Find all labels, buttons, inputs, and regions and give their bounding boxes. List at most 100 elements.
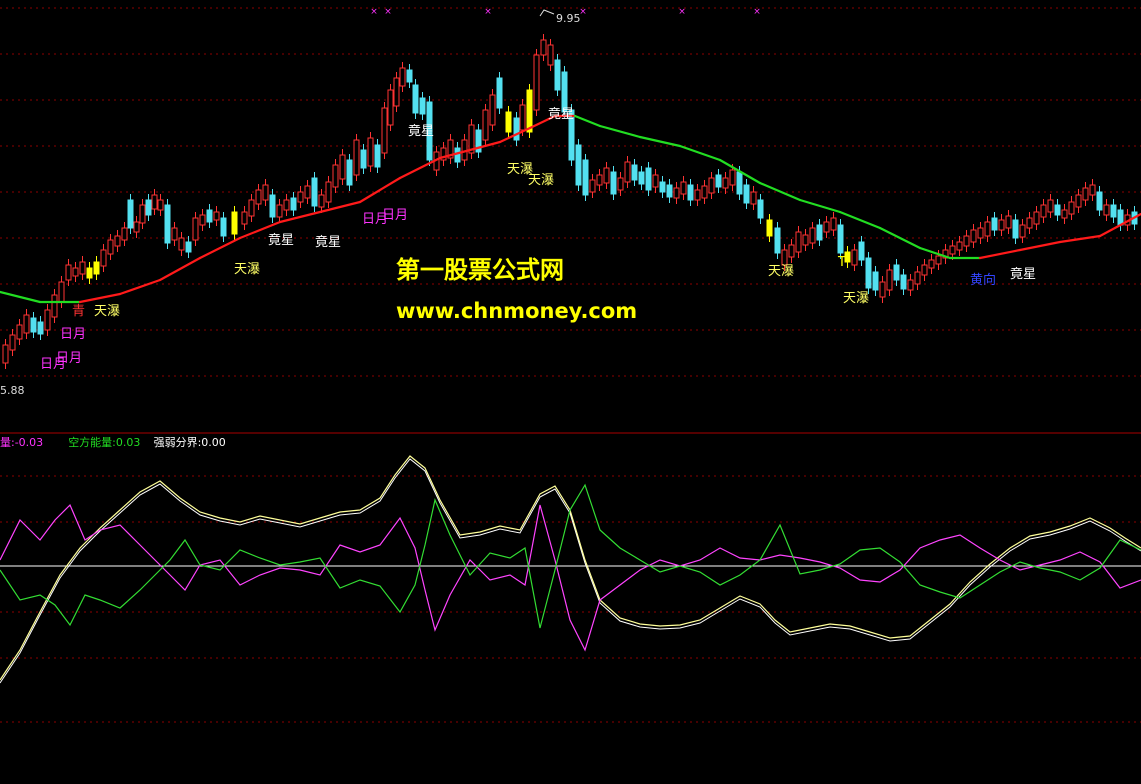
candle-body <box>151 194 158 210</box>
candle <box>722 172 729 194</box>
candle <box>2 339 9 369</box>
candle <box>192 212 199 246</box>
candle-body <box>816 224 823 241</box>
candle-body <box>575 144 582 186</box>
candle-body <box>872 271 879 291</box>
candle <box>757 194 764 224</box>
candle-body <box>192 217 199 241</box>
candle-body <box>886 269 893 291</box>
candle <box>673 182 680 204</box>
signal-label: 天瀑 <box>528 173 554 188</box>
candle-body <box>353 139 360 176</box>
candle-body <box>949 245 956 255</box>
candle-body <box>93 261 100 275</box>
candle <box>645 162 652 196</box>
candle-body <box>708 177 715 194</box>
candle <box>603 162 610 189</box>
candle-body <box>513 117 520 141</box>
candle <box>387 84 394 131</box>
candle <box>774 222 781 259</box>
ma-segment <box>358 176 402 204</box>
candle-body <box>757 199 764 219</box>
candle-body <box>1089 184 1096 196</box>
candle-body <box>610 171 617 195</box>
candle <box>290 192 297 216</box>
candle <box>1047 194 1054 218</box>
signal-label: 天瀑 <box>843 291 869 306</box>
candle <box>86 262 93 284</box>
price-high-pointer <box>539 9 555 17</box>
candle-body <box>241 211 248 225</box>
candle <box>1005 210 1012 234</box>
candle <box>283 194 290 216</box>
candle-body <box>795 231 802 253</box>
candle-body <box>652 174 659 188</box>
candle-body <box>496 77 503 109</box>
candle <box>907 274 914 296</box>
candle-body <box>304 185 311 199</box>
candle-body <box>482 109 489 141</box>
candle <box>963 230 970 252</box>
candle-body <box>1005 215 1012 229</box>
candle <box>1075 189 1082 213</box>
price-low-label: 5.88 <box>0 384 25 397</box>
candle <box>475 124 482 158</box>
candle-body <box>991 217 998 231</box>
candle <box>121 222 128 246</box>
candle <box>23 309 30 339</box>
candle <box>513 112 520 146</box>
candle <box>795 226 802 258</box>
candle-body <box>977 227 984 239</box>
candle-body <box>603 167 610 184</box>
candle-body <box>736 171 743 195</box>
signal-label: 青 <box>72 304 85 319</box>
legend-entry: 空方能量:0.03 <box>68 435 140 449</box>
candle-body <box>774 227 781 254</box>
candle <box>1012 214 1019 244</box>
candle <box>51 289 58 323</box>
signal-label: 天瀑 <box>234 262 260 277</box>
candle-body <box>231 211 238 235</box>
candle-body <box>1040 204 1047 218</box>
candle-body <box>213 211 220 221</box>
candle-body <box>399 67 406 87</box>
candle <box>65 259 72 286</box>
ma-segment <box>78 292 122 304</box>
ma-segment <box>838 210 882 230</box>
candle-body <box>928 259 935 269</box>
candle-body <box>164 204 171 244</box>
candle-body <box>802 234 809 246</box>
signal-label: 天瀑 <box>94 304 120 319</box>
candle-body <box>1082 187 1089 201</box>
candle-body <box>631 164 638 181</box>
candle <box>145 194 152 221</box>
candle-body <box>107 239 114 255</box>
candle <box>325 176 332 208</box>
candle-body <box>262 184 269 201</box>
top-marker: × <box>753 7 761 17</box>
candle <box>766 214 773 242</box>
candle <box>304 180 311 204</box>
candle <box>715 169 722 193</box>
candle <box>44 304 51 336</box>
candle-body <box>269 194 276 218</box>
signal-label: 竟星 <box>548 107 574 122</box>
candle-body <box>387 89 394 126</box>
candle-body <box>419 97 426 115</box>
ma-segment <box>0 290 42 304</box>
candle <box>151 189 158 215</box>
ma-segment <box>798 198 842 214</box>
candle <box>367 132 374 172</box>
candle <box>139 199 146 229</box>
candle-body <box>406 69 413 83</box>
candle <box>547 39 554 71</box>
candle <box>750 186 757 210</box>
candle <box>185 236 192 258</box>
candle-body <box>9 334 16 351</box>
candle-body <box>1117 209 1124 226</box>
candle <box>206 204 213 228</box>
candle <box>454 142 461 168</box>
candle <box>928 254 935 274</box>
candle <box>893 259 900 286</box>
candle <box>1026 212 1033 234</box>
